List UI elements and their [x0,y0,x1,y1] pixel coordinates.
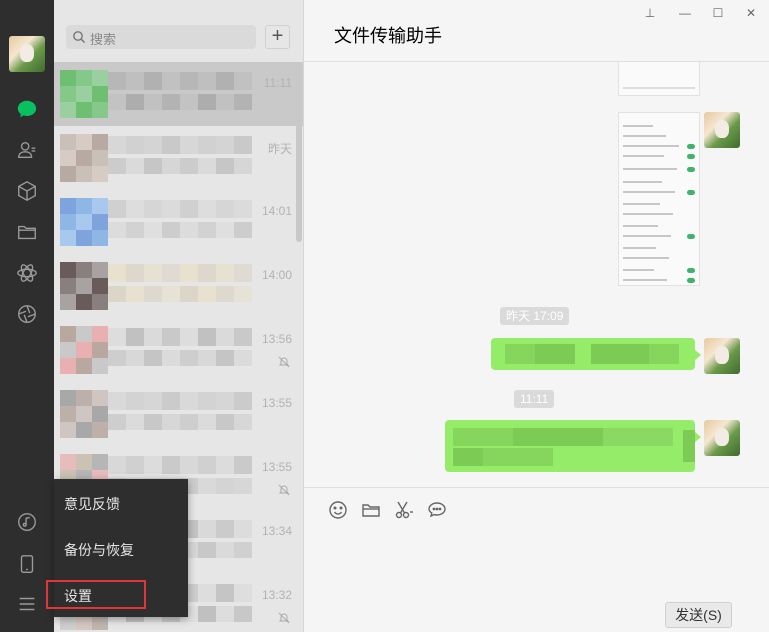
maximize-button[interactable]: ☐ [711,6,725,20]
chat-time: 13:55 [261,396,292,410]
chat-preview-redacted [108,222,252,238]
search-box[interactable]: 搜索 [66,25,256,49]
emoji-icon[interactable] [328,500,350,522]
chat-preview-redacted [108,286,252,302]
chat-list-item[interactable]: 昨天 [54,126,303,190]
chat-icon[interactable] [15,97,39,121]
pin-button[interactable]: ⊥ [643,6,657,20]
chat-time: 13:32 [261,588,292,602]
image-message[interactable] [618,62,700,96]
image-message[interactable] [618,112,700,286]
chat-name-redacted [108,264,252,282]
chat-list-item[interactable]: 13:55 [54,382,303,446]
minimize-button[interactable]: — [678,6,692,20]
chat-preview-redacted [108,414,252,430]
search-input[interactable]: 搜索 [90,29,116,48]
chat-time: 13:55 [261,460,292,474]
add-button[interactable]: + [265,25,290,49]
chat-area: 文件传输助手 ⊥ — ☐ ✕ 昨天 17:09 11:11 发送(S) [304,0,769,632]
menu-item-backup-restore[interactable]: 备份与恢复 [64,540,134,560]
chat-header: 文件传输助手 ⊥ — ☐ ✕ [304,0,769,62]
chat-name-redacted [108,200,252,218]
folder-icon[interactable] [361,500,383,522]
chat-name-redacted [108,328,252,346]
settings-highlight-box [46,580,146,609]
chat-avatar [60,198,108,246]
chat-avatar [60,326,108,374]
chat-list-item[interactable]: 14:00 [54,254,303,318]
text-message-bubble[interactable] [491,338,701,370]
chat-preview-redacted [108,158,252,174]
chat-list-scrollbar[interactable] [296,62,302,242]
close-button[interactable]: ✕ [744,6,758,20]
chat-bubble-icon[interactable] [427,500,449,522]
mute-bell-icon [278,356,290,368]
message-avatar [704,112,740,148]
scissors-icon[interactable] [394,500,416,522]
chat-name-redacted [108,392,252,410]
chat-avatar [60,390,108,438]
menu-icon[interactable] [15,592,39,616]
chat-avatar [60,134,108,182]
music-icon[interactable] [15,510,39,534]
chat-preview-redacted [108,94,252,110]
phone-icon[interactable] [15,552,39,576]
chat-time: 14:01 [261,204,292,218]
chat-avatar [60,70,108,118]
search-icon [73,31,86,44]
chat-time: 13:56 [261,332,292,346]
chat-preview-redacted [108,350,252,366]
send-button[interactable]: 发送(S) [665,602,732,628]
mute-bell-icon [278,612,290,624]
message-list: 昨天 17:09 11:11 [304,62,769,486]
folder-icon[interactable] [15,220,39,244]
chat-name-redacted [108,72,252,90]
text-message-bubble[interactable] [445,420,701,472]
chat-time: 11:11 [263,76,292,90]
chat-time: 14:00 [261,268,292,282]
chat-list-item[interactable]: 11:11 [54,62,303,126]
chat-time: 昨天 [267,142,292,156]
menu-item-feedback[interactable]: 意见反馈 [64,494,120,514]
chat-list-item[interactable]: 13:56 [54,318,303,382]
chat-avatar [60,262,108,310]
favorites-cube-icon[interactable] [15,179,39,203]
user-avatar[interactable] [9,36,45,72]
left-nav [0,0,54,632]
moments-aperture-icon[interactable] [15,302,39,326]
chat-time: 13:34 [261,524,292,538]
chat-list-item[interactable]: 14:01 [54,190,303,254]
message-avatar [704,420,740,456]
timestamp: 11:11 [514,390,555,408]
mini-programs-icon[interactable] [15,261,39,285]
chat-name-redacted [108,456,252,474]
timestamp: 昨天 17:09 [500,307,570,325]
contacts-icon[interactable] [15,138,39,162]
message-avatar [704,338,740,374]
chat-title: 文件传输助手 [334,26,442,46]
chat-name-redacted [108,136,252,154]
composer: 发送(S) [304,487,769,632]
mute-bell-icon [278,484,290,496]
